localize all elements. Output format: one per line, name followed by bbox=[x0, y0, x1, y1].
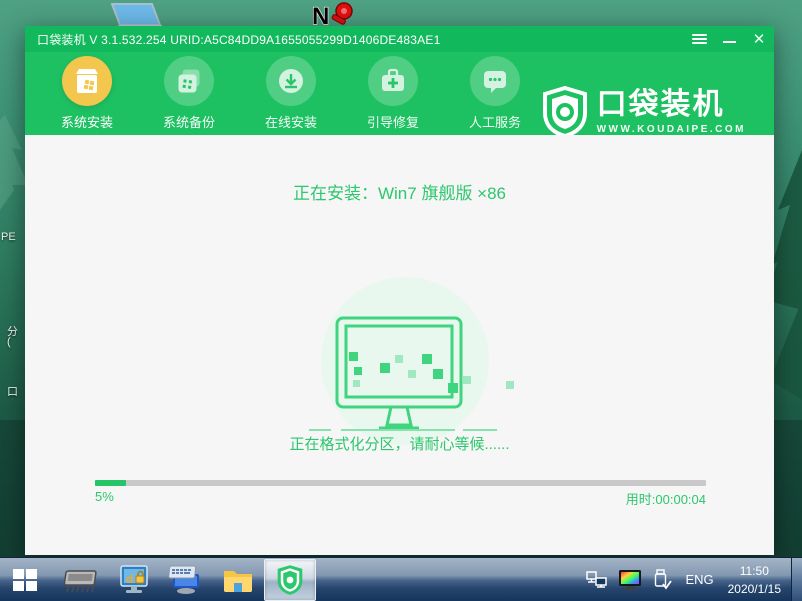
progress-fill bbox=[95, 480, 126, 486]
desktop-label-fragment: ( bbox=[7, 336, 11, 348]
nav-band: 系统安装 系统备份 在线安装 引导修复 人工服务 口袋装机 WWW.KOUDAI… bbox=[25, 52, 774, 138]
chat-bubble-icon bbox=[470, 56, 520, 106]
partition-tool-icon: d bbox=[120, 564, 148, 593]
installer-window: 口袋装机 V 3.1.532.254 URID:A5C84DD9A1655055… bbox=[25, 26, 774, 555]
taskbar-app-memory[interactable] bbox=[56, 560, 108, 600]
usb-icon bbox=[655, 568, 673, 590]
main-content: 正在安装：Win7 旗舰版 ×86 正在格式化分区，请耐心等候...... 5%… bbox=[25, 135, 774, 555]
backup-windows-icon bbox=[164, 56, 214, 106]
language-indicator[interactable]: ENG bbox=[685, 572, 713, 587]
nav-label: 系统安装 bbox=[60, 115, 113, 130]
nav-item-boot-repair[interactable]: 引导修复 bbox=[343, 56, 443, 131]
install-heading: 正在安装：Win7 旗舰版 ×86 bbox=[292, 184, 506, 203]
repair-kit-icon bbox=[368, 56, 418, 106]
taskbar-app-onscreen-keyboard[interactable] bbox=[160, 560, 212, 600]
desktop-label-fragment: PE bbox=[1, 231, 16, 243]
elapsed-time: 用时:00:00:04 bbox=[625, 492, 706, 507]
minimize-icon bbox=[722, 41, 736, 43]
nav-item-online-install[interactable]: 在线安装 bbox=[241, 56, 341, 131]
download-circle-icon bbox=[266, 56, 316, 106]
monitor-install-illustration bbox=[309, 277, 514, 445]
close-button[interactable]: ✕ bbox=[744, 26, 774, 52]
progress-bar bbox=[95, 480, 706, 486]
brand-logo: 口袋装机 WWW.KOUDAIPE.COM bbox=[542, 86, 746, 138]
taskbar-app-file-explorer[interactable] bbox=[212, 560, 264, 600]
display-color-tray-button[interactable] bbox=[618, 569, 642, 591]
brand-url: WWW.KOUDAIPE.COM bbox=[596, 123, 746, 135]
status-text: 正在格式化分区，请耐心等候...... bbox=[289, 436, 510, 453]
file-explorer-icon bbox=[224, 570, 252, 592]
window-title: 口袋装机 V 3.1.532.254 URID:A5C84DD9A1655055… bbox=[37, 32, 441, 47]
taskbar: d ENG 11:50 2020/1/15 bbox=[0, 557, 802, 601]
nav-label: 系统备份 bbox=[162, 115, 215, 130]
desktop-label-fragment: 口 bbox=[7, 386, 18, 398]
progress-percent: 5% bbox=[95, 489, 114, 504]
network-tray-button[interactable] bbox=[586, 570, 608, 590]
nav-label: 在线安装 bbox=[264, 115, 317, 130]
usb-tray-button[interactable] bbox=[652, 568, 673, 591]
clock-time: 11:50 bbox=[739, 563, 769, 578]
memory-chip-icon bbox=[64, 569, 97, 592]
clock-date: 2020/1/15 bbox=[727, 581, 781, 596]
show-desktop-button[interactable] bbox=[791, 557, 802, 601]
nav-item-system-backup[interactable]: 系统备份 bbox=[139, 56, 239, 131]
pocket-installer-shield-icon bbox=[277, 564, 303, 595]
taskbar-app-partition-tool[interactable]: d bbox=[108, 560, 160, 600]
onscreen-keyboard-icon bbox=[168, 565, 199, 594]
nav-item-system-install[interactable]: 系统安装 bbox=[37, 56, 137, 131]
display-color-icon bbox=[619, 569, 642, 590]
svg-text:d: d bbox=[126, 572, 133, 586]
close-icon: ✕ bbox=[752, 30, 766, 48]
shield-logo-icon bbox=[542, 86, 587, 138]
brand-name: 口袋装机 bbox=[596, 87, 725, 121]
network-icon bbox=[586, 570, 608, 588]
windows-start-icon bbox=[13, 568, 37, 591]
taskbar-app-pocket-installer[interactable] bbox=[264, 558, 316, 601]
nav-label: 人工服务 bbox=[468, 115, 521, 130]
screen: N PE 分 ( 口 口袋装机 V 3.1.532.254 URID:A5C84… bbox=[0, 0, 802, 601]
minimize-button[interactable] bbox=[714, 26, 744, 52]
nav-label: 引导修复 bbox=[366, 115, 419, 130]
window-titlebar[interactable]: 口袋装机 V 3.1.532.254 URID:A5C84DD9A1655055… bbox=[25, 26, 774, 52]
menu-icon bbox=[691, 32, 707, 46]
install-box-icon bbox=[62, 56, 112, 106]
menu-button[interactable] bbox=[684, 26, 714, 52]
nav-item-human-service[interactable]: 人工服务 bbox=[445, 56, 545, 131]
start-button[interactable] bbox=[2, 560, 48, 600]
taskbar-clock[interactable]: 11:50 2020/1/15 bbox=[728, 562, 781, 598]
